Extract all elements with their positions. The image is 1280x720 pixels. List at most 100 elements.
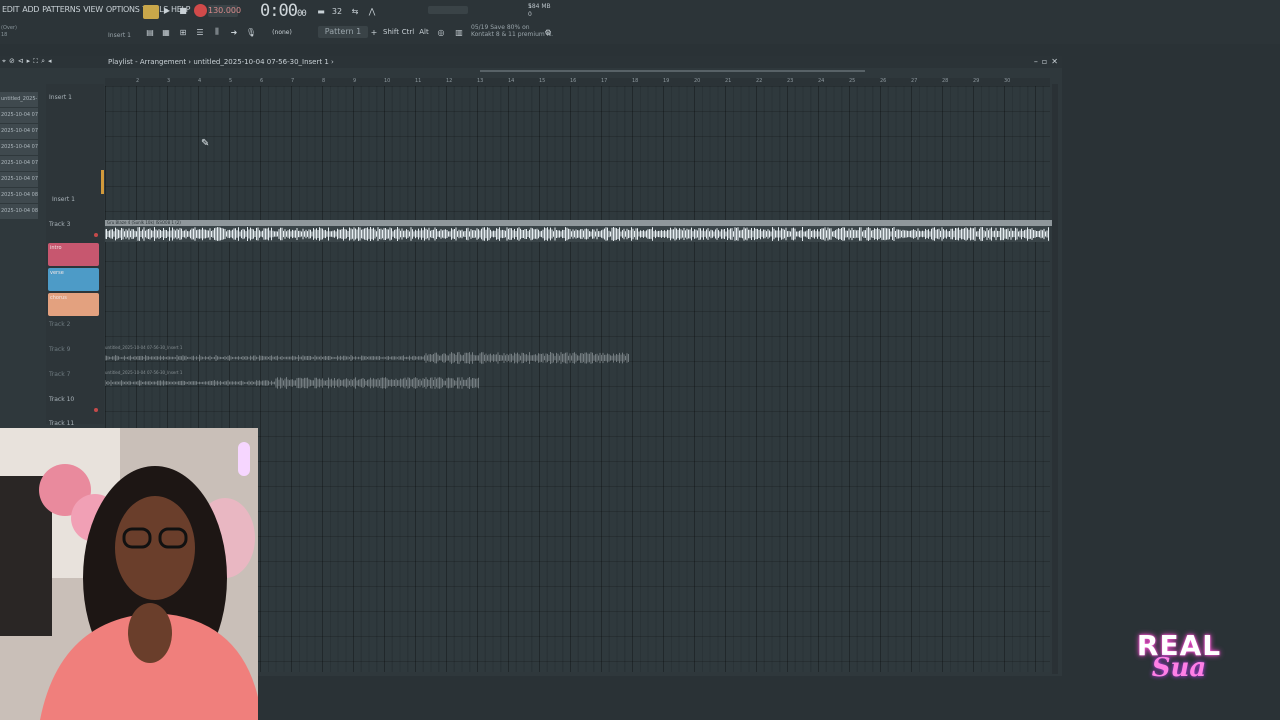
minimize-icon[interactable]: – (1034, 57, 1038, 66)
tempo-display[interactable]: 130.000 (208, 5, 241, 17)
track-header[interactable]: Track 11 (46, 416, 104, 427)
menu-add[interactable]: ADD (22, 5, 39, 14)
ruler-bar-number: 21 (725, 78, 732, 84)
plugin-picker-icon[interactable]: ➜ (228, 25, 240, 39)
audio-clip-faded-a[interactable]: untitled_2025-10-04 07-56-30_Insert 1 (105, 345, 630, 365)
track-label: Track 11 (49, 420, 75, 427)
ruler-bar-number: 20 (694, 78, 701, 84)
ruler-bar-number: 26 (880, 78, 887, 84)
track-header[interactable]: Track 9 (46, 342, 104, 366)
ctrl-button[interactable]: Ctrl (401, 25, 415, 39)
metronome-icon[interactable]: ▬ (315, 4, 327, 18)
stop-icon[interactable]: ■ (178, 3, 188, 17)
ruler-bar-number: 15 (539, 78, 546, 84)
add-pattern-icon[interactable]: + (370, 25, 378, 39)
breadcrumb-end: › (331, 58, 334, 66)
playlist-icon[interactable]: ▤ (144, 25, 156, 39)
ruler-bar-number: 5 (229, 78, 233, 84)
browser-item[interactable]: untitled_2025-10-04 07- (0, 92, 38, 107)
audio-clip-main[interactable]: Gru Blaze 4 (Sunlk 10k) ISSO08 1 (2) (105, 220, 1052, 242)
ruler-bar-number: 17 (601, 78, 608, 84)
webcam-person-illustration (0, 428, 258, 720)
shift-button[interactable]: Shift (383, 25, 399, 39)
news-ticker[interactable]: 05/19 Save 80% on Kontakt 8 & 11 premium… (471, 24, 553, 38)
microphone-icon[interactable]: 🎙 (245, 25, 257, 39)
news-icon[interactable]: ▥ (454, 25, 464, 39)
track-label: Insert 1 (52, 196, 75, 203)
alt-button[interactable]: Alt (418, 25, 430, 39)
webcam-overlay (0, 428, 258, 720)
ruler-bar-number: 18 (632, 78, 639, 84)
browser-item[interactable]: 2025-10-04 07- (0, 124, 38, 139)
cpu-val: 0 (528, 11, 532, 18)
menu-patterns[interactable]: PATTERNS (42, 5, 80, 14)
browser-item[interactable]: 2025-10-04 07- (0, 140, 38, 155)
clip-browser: untitled_2025-10-04 07- 2025-10-04 07- 2… (0, 92, 38, 232)
pattern-block-chorus[interactable]: chorus (48, 293, 99, 316)
horizontal-scrollbar[interactable] (480, 70, 865, 72)
browser-item[interactable]: 2025-10-04 07- (0, 108, 38, 123)
ruler-bar-number: 28 (942, 78, 949, 84)
mixer-faders-icon[interactable]: ⫼ (211, 25, 223, 39)
pat-song-toggle[interactable] (143, 5, 159, 19)
ruler-bar-number: 25 (849, 78, 856, 84)
main-toolbar: EDIT ADD PATTERNS VIEW OPTIONS TOOLS HEL… (0, 0, 1280, 44)
pattern-block-intro[interactable]: intro (48, 243, 99, 266)
ruler-bar-number: 7 (291, 78, 295, 84)
browser-item[interactable]: 2025-10-04 08- (0, 204, 38, 219)
track-label: Track 3 (49, 221, 71, 228)
audio-clip-faded-b[interactable]: untitled_2025-10-04 07-56-30_Insert 1 (105, 370, 480, 390)
browser-item[interactable]: 2025-10-04 07- (0, 156, 38, 171)
track-header[interactable]: Track 2 (46, 317, 104, 341)
track-label: Track 7 (49, 371, 71, 378)
online-icon[interactable]: ◎ (435, 25, 447, 39)
step-edit-icon[interactable]: ⋀ (366, 4, 378, 18)
master-pitch-slider[interactable] (428, 6, 468, 14)
loop-record-icon[interactable]: ⇆ (348, 4, 362, 18)
track-header[interactable]: Track 10 (46, 392, 104, 416)
close-icon[interactable]: ✕ (1051, 57, 1058, 66)
maximize-icon[interactable]: ▫ (1042, 57, 1047, 66)
news-line-1: 05/19 Save 80% on (471, 24, 530, 31)
track-volume-handle[interactable] (101, 170, 104, 194)
track-label: Track 9 (49, 346, 71, 353)
record-button[interactable] (194, 4, 207, 17)
vertical-scrollbar[interactable] (1052, 84, 1058, 674)
hint-line-2: 18 (1, 32, 8, 38)
ruler-bar-number: 19 (663, 78, 670, 84)
track-header[interactable]: Track 3 (46, 217, 104, 241)
breadcrumb: Playlist - Arrangement › untitled_2025-1… (108, 58, 334, 66)
ruler-bar-number: 4 (198, 78, 202, 84)
waveform (105, 227, 1049, 241)
gear-icon[interactable]: ⚙ (542, 25, 554, 39)
pattern-length-icon[interactable]: 32 (331, 4, 343, 18)
menu-edit[interactable]: EDIT (2, 5, 20, 14)
channel-logo: REAL Sua (1133, 632, 1225, 682)
ruler-bar-number: 16 (570, 78, 577, 84)
mixer-icon[interactable]: ☰ (194, 25, 206, 39)
snap-select[interactable]: (none) (268, 25, 296, 39)
pattern-selector[interactable]: Pattern 1 (318, 26, 368, 38)
pattern-block-verse[interactable]: verse (48, 268, 99, 291)
track-header[interactable]: Insert 1 (46, 192, 104, 216)
browser-item[interactable]: 2025-10-04 08- (0, 188, 38, 203)
track-header[interactable]: Track 7 (46, 367, 104, 391)
track-mute-dot[interactable] (94, 233, 98, 237)
timeline-ruler[interactable]: 2 3 4 5 6 7 8 9 10 11 12 13 14 15 16 17 18 19 20 21 22 23 24 25… (105, 78, 1050, 86)
track-mute-dot[interactable] (94, 408, 98, 412)
ruler-bar-number: 24 (818, 78, 825, 84)
playlist-toolbar-icons[interactable]: ⌖⊘⊲▸⛶⌕◂ (2, 57, 55, 66)
time-main: 0:00 (260, 1, 298, 21)
piano-roll-icon[interactable]: ▦ (160, 25, 172, 39)
ruler-bar-number: 9 (353, 78, 357, 84)
playlist-title-bar[interactable]: ⌖⊘⊲▸⛶⌕◂ Playlist - Arrangement › untitle… (0, 56, 1062, 68)
browser-item[interactable]: 2025-10-04 07- (0, 172, 38, 187)
menu-view[interactable]: VIEW (83, 5, 103, 14)
channel-rack-icon[interactable]: ⊞ (177, 25, 189, 39)
play-icon[interactable]: ▶ (162, 3, 172, 17)
menu-options[interactable]: OPTIONS (106, 5, 140, 14)
waveform (105, 377, 479, 389)
playlist-file: untitled_2025-10-04 07-56-30_Insert 1 (193, 58, 329, 66)
ruler-bar-number: 10 (384, 78, 391, 84)
track-header[interactable]: Insert 1 (46, 90, 104, 194)
